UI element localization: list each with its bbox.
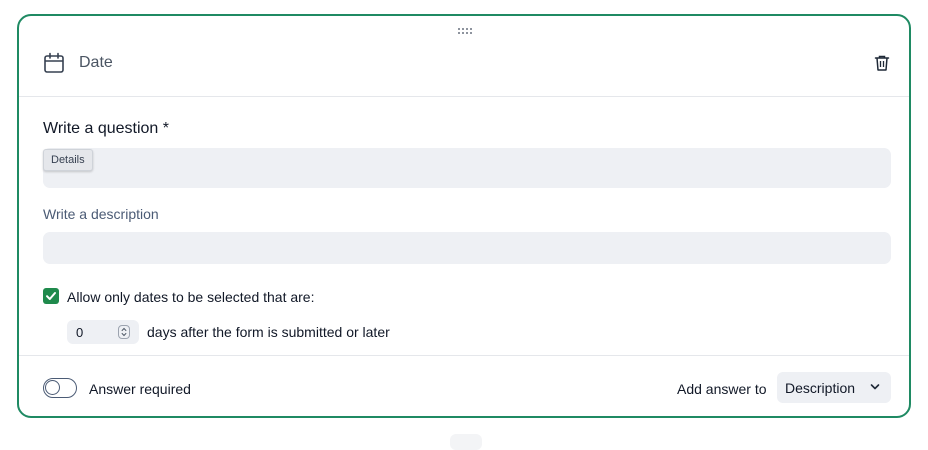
checkmark-icon xyxy=(46,292,56,300)
answer-required-label: Answer required xyxy=(89,381,191,397)
toggle-knob xyxy=(45,380,60,395)
calendar-icon xyxy=(44,52,64,73)
date-question-card: Date Write a question * Details Write a … xyxy=(17,14,911,418)
allow-dates-checkbox[interactable] xyxy=(43,288,59,304)
card-header: Date xyxy=(19,16,909,97)
add-answer-label: Add answer to xyxy=(677,381,767,397)
answer-required-toggle[interactable] xyxy=(43,378,77,398)
card-footer: Answer required Add answer to Descriptio… xyxy=(19,355,909,419)
days-value: 0 xyxy=(76,325,84,340)
allow-dates-label: Allow only dates to be selected that are… xyxy=(67,289,315,305)
question-label: Write a question * xyxy=(43,120,169,137)
question-input[interactable] xyxy=(43,148,891,188)
description-label: Write a description xyxy=(43,206,159,222)
description-input[interactable] xyxy=(43,232,891,264)
add-answer-selected-value: Description xyxy=(785,380,856,396)
chevron-down-icon xyxy=(870,384,880,390)
days-stepper[interactable]: 0 xyxy=(67,320,139,344)
trash-icon[interactable] xyxy=(873,54,891,72)
stepper-arrows-icon[interactable] xyxy=(118,325,130,339)
block-title: Date xyxy=(79,54,113,71)
days-suffix-text: days after the form is submitted or late… xyxy=(147,324,390,340)
add-answer-select[interactable]: Description xyxy=(777,372,891,403)
next-block-handle[interactable] xyxy=(450,434,482,450)
details-tooltip: Details xyxy=(43,149,93,171)
